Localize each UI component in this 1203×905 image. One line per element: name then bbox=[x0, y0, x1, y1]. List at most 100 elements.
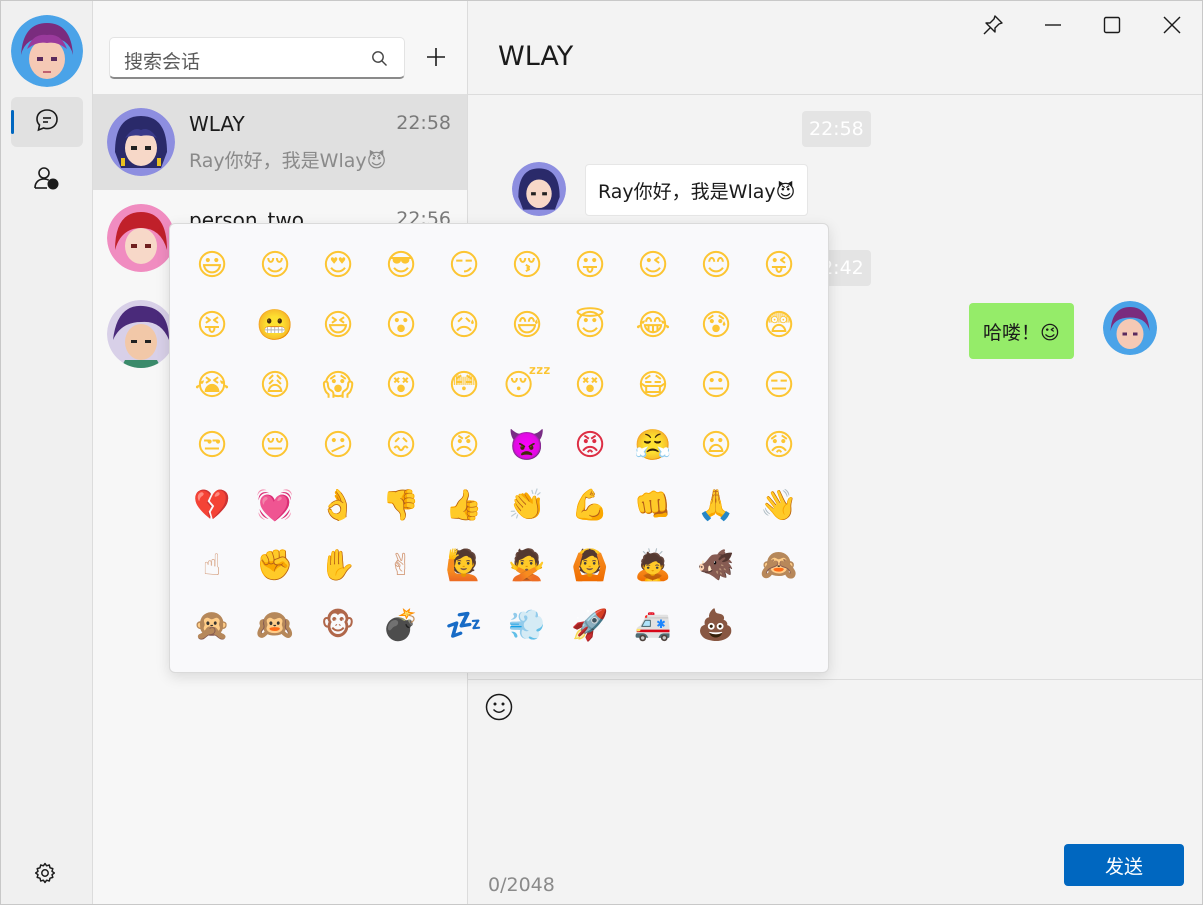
emoji-option[interactable]: 💓 bbox=[245, 476, 305, 536]
emoji-glyph: ✌ bbox=[388, 548, 414, 583]
emoji-option[interactable]: 💤 bbox=[434, 596, 494, 656]
add-conversation-button[interactable] bbox=[421, 39, 451, 79]
emoji-option[interactable]: 😂 bbox=[623, 296, 683, 356]
emoji-option[interactable]: 🙅 bbox=[497, 536, 557, 596]
emoji-glyph: 👿 bbox=[508, 428, 546, 463]
emoji-option[interactable]: 😳 bbox=[434, 356, 494, 416]
emoji-option[interactable]: 😇 bbox=[560, 296, 620, 356]
conversation-item-wlay[interactable]: WLAY 22:58 Ray你好，我是Wlay😈 bbox=[93, 94, 467, 190]
minimize-button[interactable] bbox=[1038, 13, 1068, 41]
emoji-option[interactable]: 😉 bbox=[623, 236, 683, 296]
emoji-option[interactable]: 🚑 bbox=[623, 596, 683, 656]
emoji-option[interactable]: 😎 bbox=[371, 236, 431, 296]
emoji-option[interactable]: 👌 bbox=[308, 476, 368, 536]
emoji-option[interactable]: 😦 bbox=[686, 416, 746, 476]
message-composer[interactable]: 0/2048 发送 bbox=[468, 679, 1202, 904]
emoji-option[interactable]: 🙆 bbox=[560, 536, 620, 596]
emoji-option[interactable]: 😃 bbox=[182, 236, 242, 296]
emoji-option[interactable]: 😕 bbox=[308, 416, 368, 476]
emoji-glyph: 😌 bbox=[259, 248, 291, 283]
emoji-option[interactable]: 😛 bbox=[560, 236, 620, 296]
maximize-button[interactable] bbox=[1097, 13, 1127, 41]
emoji-option[interactable]: 😟 bbox=[749, 416, 809, 476]
emoji-option[interactable]: 😤 bbox=[623, 416, 683, 476]
search-input[interactable]: 搜索会话 bbox=[109, 37, 405, 79]
emoji-option[interactable]: ✊ bbox=[245, 536, 305, 596]
emoji-option[interactable]: 💨 bbox=[497, 596, 557, 656]
chat-nav-button[interactable] bbox=[11, 97, 83, 147]
emoji-option[interactable]: 🙊 bbox=[182, 596, 242, 656]
emoji-option[interactable]: 👿 bbox=[497, 416, 557, 476]
emoji-glyph: ✊ bbox=[256, 548, 294, 583]
emoji-option[interactable]: 👏 bbox=[497, 476, 557, 536]
emoji-option[interactable]: 💩 bbox=[686, 596, 746, 656]
emoji-option[interactable]: 😭 bbox=[182, 356, 242, 416]
emoji-option[interactable]: 💪 bbox=[560, 476, 620, 536]
emoji-option[interactable]: 💣 bbox=[371, 596, 431, 656]
send-button[interactable]: 发送 bbox=[1064, 844, 1184, 886]
emoji-glyph: 😆 bbox=[322, 308, 354, 343]
emoji-option[interactable]: 😩 bbox=[245, 356, 305, 416]
emoji-option[interactable]: 😬 bbox=[245, 296, 305, 356]
emoji-option[interactable]: 👍 bbox=[434, 476, 494, 536]
emoji-option[interactable]: 🙏 bbox=[686, 476, 746, 536]
emoji-option[interactable]: 😖 bbox=[371, 416, 431, 476]
emoji-option[interactable]: 😊 bbox=[686, 236, 746, 296]
emoji-option[interactable]: 👋 bbox=[749, 476, 809, 536]
emoji-option[interactable]: 😝 bbox=[182, 296, 242, 356]
emoji-glyph: 😵 bbox=[385, 368, 417, 403]
emoji-option[interactable]: ✌ bbox=[371, 536, 431, 596]
emoji-option[interactable]: 😵 bbox=[371, 356, 431, 416]
pin-button[interactable] bbox=[978, 13, 1008, 41]
emoji-glyph: 🙋 bbox=[445, 548, 483, 583]
emoji-option[interactable]: ✋ bbox=[308, 536, 368, 596]
emoji-option[interactable]: 😨 bbox=[749, 296, 809, 356]
emoji-option[interactable]: 👎 bbox=[371, 476, 431, 536]
emoji-option[interactable]: 😮 bbox=[371, 296, 431, 356]
emoji-option[interactable]: 😔 bbox=[245, 416, 305, 476]
emoji-option[interactable]: 😰 bbox=[686, 296, 746, 356]
emoji-glyph: 😥 bbox=[448, 308, 480, 343]
emoji-option[interactable]: 😐 bbox=[686, 356, 746, 416]
outgoing-message[interactable]: 哈喽！😉 bbox=[969, 303, 1074, 359]
emoji-option[interactable]: 🙈 bbox=[749, 536, 809, 596]
emoji-option[interactable]: 😡 bbox=[560, 416, 620, 476]
close-button[interactable] bbox=[1157, 13, 1187, 41]
emoji-option[interactable]: 😠 bbox=[434, 416, 494, 476]
emoji-glyph: 😔 bbox=[259, 428, 291, 463]
contacts-nav-button[interactable] bbox=[11, 155, 83, 205]
settings-button[interactable] bbox=[27, 857, 63, 893]
sender-avatar[interactable] bbox=[512, 162, 566, 216]
emoji-option[interactable]: 😜 bbox=[749, 236, 809, 296]
emoji-option[interactable]: 😱 bbox=[308, 356, 368, 416]
emoji-option[interactable]: 🐗 bbox=[686, 536, 746, 596]
emoji-option[interactable]: 😥 bbox=[434, 296, 494, 356]
plus-icon bbox=[426, 47, 446, 71]
emoji-option[interactable]: 😌 bbox=[245, 236, 305, 296]
emoji-option[interactable]: 😚 bbox=[497, 236, 557, 296]
emoji-glyph: 😷 bbox=[637, 368, 669, 403]
emoji-option[interactable]: 😆 bbox=[308, 296, 368, 356]
emoji-button[interactable] bbox=[484, 693, 514, 724]
emoji-option[interactable]: 😑 bbox=[749, 356, 809, 416]
emoji-option[interactable]: 😏 bbox=[434, 236, 494, 296]
emoji-option[interactable]: 🙋 bbox=[434, 536, 494, 596]
emoji-option[interactable]: 🚀 bbox=[560, 596, 620, 656]
emoji-option[interactable]: 😷 bbox=[623, 356, 683, 416]
emoji-option[interactable]: 😅 bbox=[497, 296, 557, 356]
emoji-option[interactable]: 🙉 bbox=[245, 596, 305, 656]
emoji-option[interactable]: 💔 bbox=[182, 476, 242, 536]
emoji-option[interactable]: ☝ bbox=[182, 536, 242, 596]
emoji-option[interactable]: 👊 bbox=[623, 476, 683, 536]
emoji-option[interactable]: 😴 bbox=[497, 356, 557, 416]
my-avatar[interactable] bbox=[11, 15, 83, 87]
incoming-message[interactable]: Ray你好，我是Wlay😈 bbox=[585, 164, 809, 216]
emoji-option[interactable]: 🐵 bbox=[308, 596, 368, 656]
emoji-option[interactable]: 😒 bbox=[182, 416, 242, 476]
emoji-option[interactable]: 😍 bbox=[308, 236, 368, 296]
emoji-glyph: 😂 bbox=[635, 308, 671, 343]
emoji-option[interactable]: 😵 bbox=[560, 356, 620, 416]
chat-header: WLAY bbox=[468, 1, 1202, 95]
my-message-avatar[interactable] bbox=[1103, 301, 1157, 355]
emoji-option[interactable]: 🙇 bbox=[623, 536, 683, 596]
